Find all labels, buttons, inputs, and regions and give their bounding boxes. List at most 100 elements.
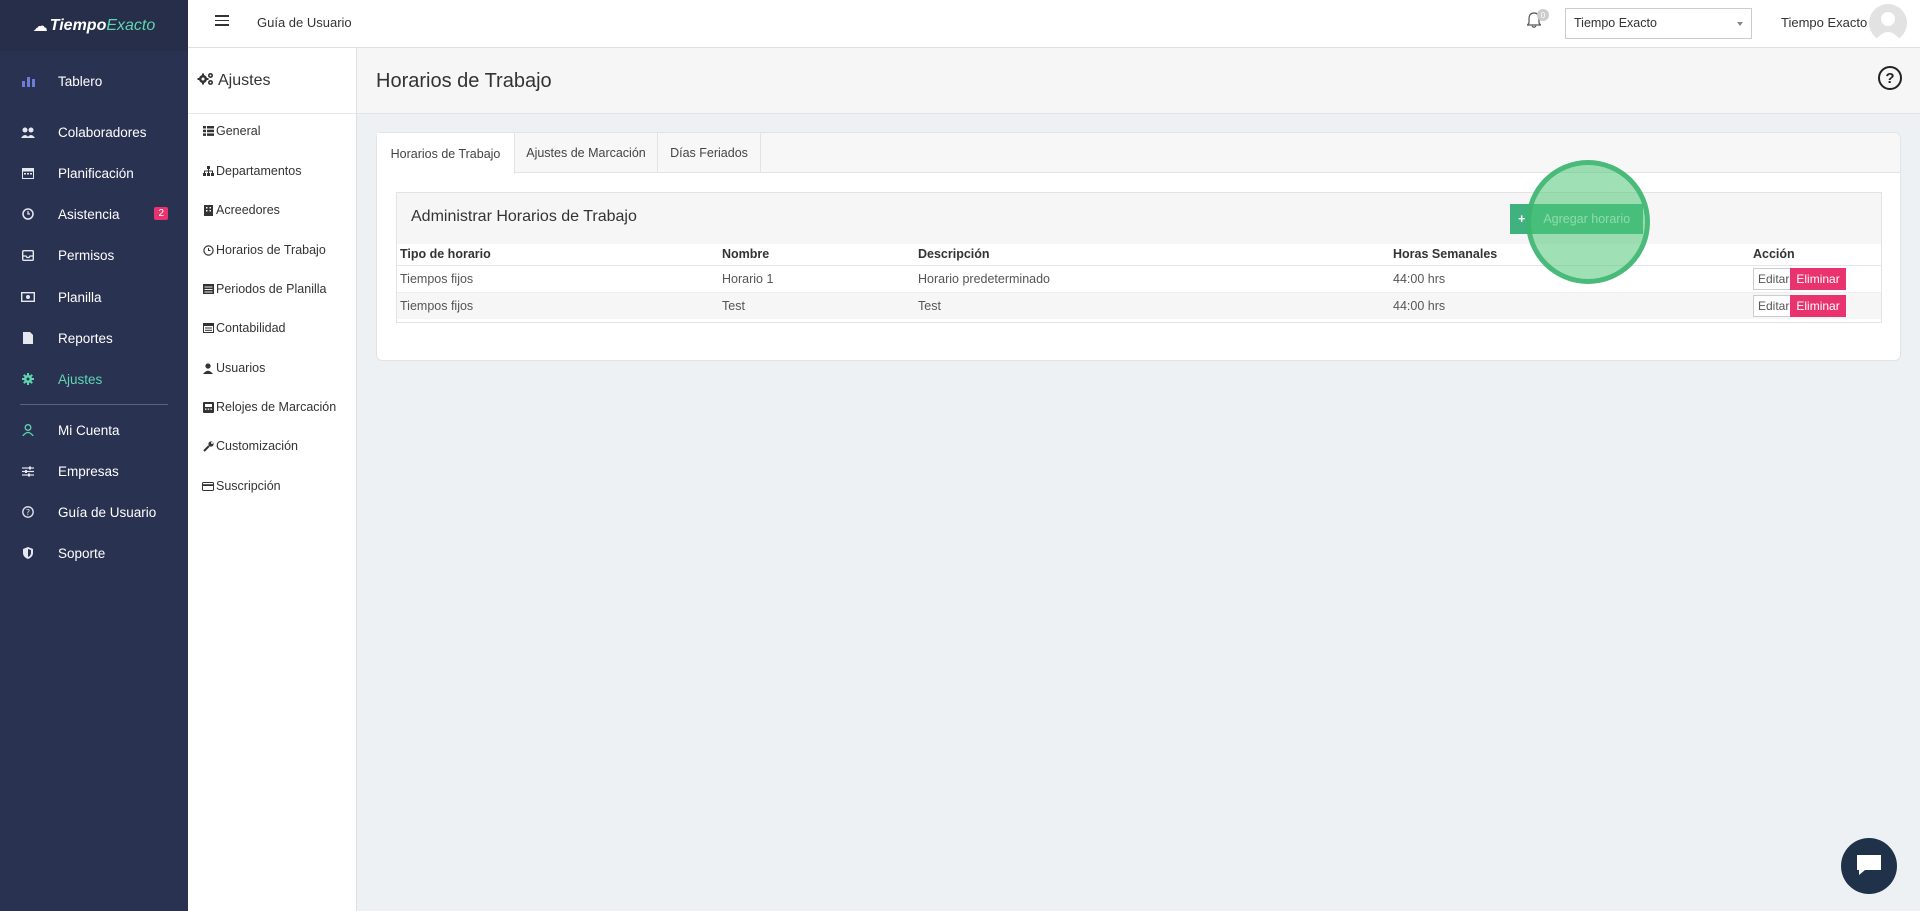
sliders-icon: [21, 464, 35, 478]
settings-item-departamentos[interactable]: Departamentos: [202, 164, 301, 178]
cell-nombre: Horario 1: [719, 265, 915, 293]
user-menu-name[interactable]: Tiempo Exacto: [1781, 15, 1867, 30]
nav-item-tablero[interactable]: Tablero: [0, 65, 188, 97]
schedules-table: Tipo de horario Nombre Descripción Horas…: [397, 244, 1881, 319]
nav-label: Mi Cuenta: [58, 422, 120, 438]
nav-label: Planilla: [58, 289, 102, 305]
nav-label: Colaboradores: [58, 124, 147, 140]
nav-label: Permisos: [58, 247, 115, 263]
nav-item-planificacion[interactable]: Planificación: [0, 157, 188, 189]
company-select[interactable]: Tiempo Exacto: [1565, 8, 1752, 39]
nav-divider: [20, 404, 168, 405]
question-icon: ?: [21, 505, 35, 519]
settings-item-label: Contabilidad: [216, 321, 286, 335]
file-icon: [21, 331, 35, 345]
settings-item-contabilidad[interactable]: Contabilidad: [202, 321, 286, 335]
chevron-down-icon: [1737, 22, 1743, 26]
plus-icon: +: [1518, 212, 1526, 226]
settings-item-horarios[interactable]: Horarios de Trabajo: [202, 243, 326, 257]
clock-icon: [202, 244, 214, 256]
top-bar: Guía de Usuario 0 Tiempo Exacto Tiempo E…: [188, 0, 1920, 48]
cell-horas: 44:00 hrs: [1390, 292, 1750, 319]
edit-button[interactable]: Editar: [1753, 267, 1795, 290]
list-icon: [202, 126, 214, 136]
settings-sidebar: Ajustes General Departamentos Acreedores…: [188, 48, 357, 911]
nav-label: Planificación: [58, 165, 134, 181]
nav-item-ajustes[interactable]: Ajustes: [0, 363, 188, 395]
money-icon: [21, 290, 35, 304]
tab-ajustes-de-marcacion[interactable]: Ajustes de Marcación: [515, 133, 658, 173]
settings-item-label: Periodos de Planilla: [216, 282, 327, 296]
nav-item-asistencia[interactable]: Asistencia 2: [0, 198, 188, 230]
calendar-list-icon: [202, 284, 214, 294]
nav-item-reportes[interactable]: Reportes: [0, 322, 188, 354]
table-row: Tiempos fijos Test Test 44:00 hrs Editar…: [397, 292, 1881, 319]
cell-descripcion: Test: [915, 292, 1390, 319]
nav-item-empresas[interactable]: Empresas: [0, 455, 188, 487]
wrench-icon: [202, 440, 214, 452]
add-schedule-button[interactable]: + Agregar horario: [1510, 204, 1643, 234]
sitemap-icon: [202, 166, 214, 176]
notifications-badge: 0: [1537, 9, 1549, 21]
asistencia-badge: 2: [154, 207, 168, 220]
brand-logo[interactable]: ☁ Tiempo Exacto: [0, 0, 188, 51]
settings-item-label: Relojes de Marcación: [216, 400, 337, 414]
help-icon[interactable]: ?: [1878, 66, 1902, 90]
bar-chart-icon: [21, 74, 35, 88]
ledger-icon: [202, 323, 214, 333]
nav-item-permisos[interactable]: Permisos: [0, 239, 188, 271]
settings-item-label: Suscripción: [216, 479, 281, 493]
user-icon: [21, 423, 35, 437]
nav-label: Guía de Usuario: [58, 504, 157, 520]
user-icon: [202, 362, 214, 374]
settings-item-customizacion[interactable]: Customización: [202, 439, 298, 453]
cell-descripcion: Horario predeterminado: [915, 265, 1390, 293]
settings-item-general[interactable]: General: [202, 124, 260, 138]
cell-horas: 44:00 hrs: [1390, 265, 1750, 293]
nav-label: Soporte: [58, 545, 106, 561]
building-icon: [202, 204, 214, 216]
nav-item-mi-cuenta[interactable]: Mi Cuenta: [0, 414, 188, 446]
delete-button[interactable]: Eliminar: [1790, 294, 1846, 317]
avatar[interactable]: [1869, 4, 1907, 42]
nav-item-planilla[interactable]: Planilla: [0, 281, 188, 313]
terminal-icon: [202, 401, 214, 413]
settings-item-acreedores[interactable]: Acreedores: [202, 203, 280, 217]
edit-button[interactable]: Editar: [1753, 294, 1795, 317]
brand-name-part2: Exacto: [106, 16, 156, 34]
settings-item-relojes[interactable]: Relojes de Marcación: [202, 400, 336, 414]
nav-item-colaboradores[interactable]: Colaboradores: [0, 116, 188, 148]
settings-item-periodos[interactable]: Periodos de Planilla: [202, 282, 327, 296]
inbox-icon: [21, 248, 35, 262]
delete-button[interactable]: Eliminar: [1790, 267, 1846, 290]
nav-label: Reportes: [58, 330, 113, 346]
panel-title: Administrar Horarios de Trabajo: [411, 208, 637, 225]
gear-icon: [21, 372, 35, 386]
nav-item-guia[interactable]: ? Guía de Usuario: [0, 496, 188, 528]
users-icon: [21, 125, 35, 139]
cell-accion: Editar Eliminar: [1750, 292, 1881, 319]
credit-card-icon: [202, 481, 214, 491]
cloud-icon: ☁: [32, 17, 48, 35]
settings-item-usuarios[interactable]: Usuarios: [202, 361, 265, 375]
column-header: Horas Semanales: [1390, 244, 1750, 266]
menu-toggle-icon[interactable]: [215, 15, 229, 26]
settings-item-suscripcion[interactable]: Suscripción: [202, 479, 281, 493]
tab-horarios-de-trabajo[interactable]: Horarios de Trabajo: [377, 133, 515, 174]
chat-widget-button[interactable]: [1841, 838, 1897, 894]
user-guide-link[interactable]: Guía de Usuario: [257, 15, 352, 30]
settings-item-label: General: [216, 124, 261, 138]
settings-title-text: Ajustes: [218, 71, 271, 89]
nav-item-soporte[interactable]: Soporte: [0, 537, 188, 569]
table-header-row: Tipo de horario Nombre Descripción Horas…: [397, 244, 1881, 266]
tab-dias-feriados[interactable]: Días Feriados: [658, 133, 761, 173]
schedules-card: Horarios de Trabajo Ajustes de Marcación…: [376, 132, 1901, 361]
tab-bar: Horarios de Trabajo Ajustes de Marcación…: [377, 133, 1900, 174]
main-sidebar: ☁ Tiempo Exacto Tablero Colaboradores Pla…: [0, 0, 188, 911]
cell-nombre: Test: [719, 292, 915, 319]
company-select-value: Tiempo Exacto: [1574, 16, 1657, 30]
clock-icon: [21, 207, 35, 221]
gears-icon: [197, 72, 214, 90]
add-schedule-label: Agregar horario: [1543, 212, 1631, 226]
settings-item-label: Departamentos: [216, 164, 302, 178]
